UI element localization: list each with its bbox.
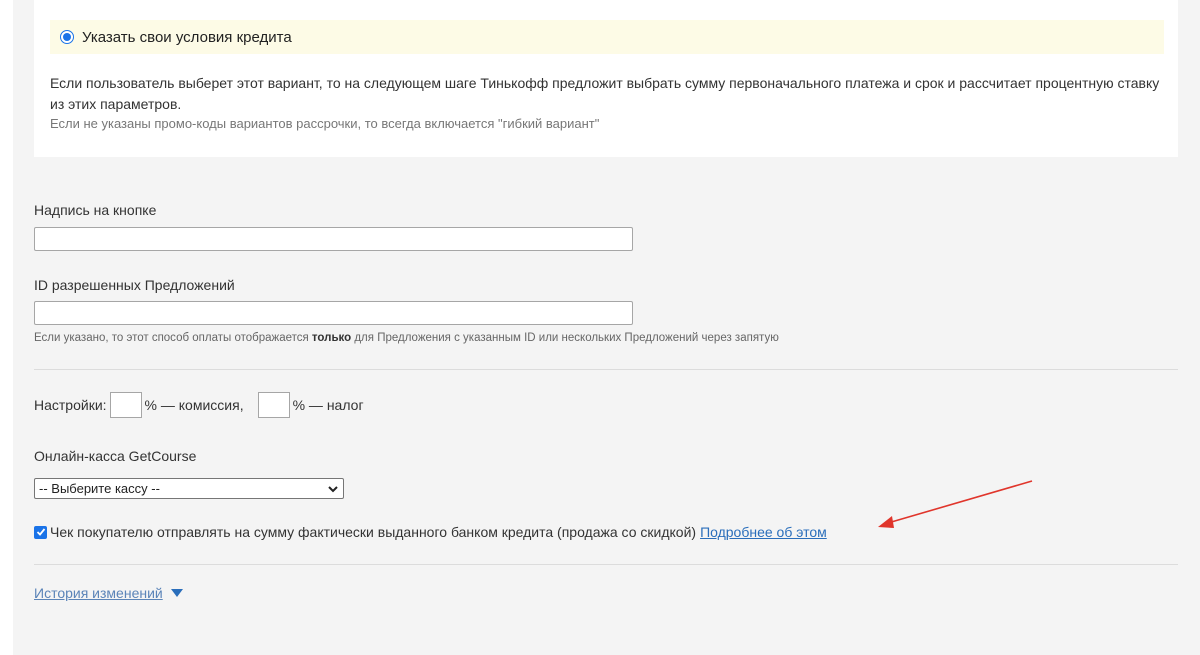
section-divider-2 [34, 564, 1178, 565]
cashbox-selected-value: -- Выберите кассу -- [39, 481, 160, 496]
offer-ids-label: ID разрешенных Предложений [34, 277, 235, 293]
tax-suffix: % — налог [292, 396, 364, 413]
offer-ids-input[interactable] [34, 301, 633, 325]
receipt-option-row: Чек покупателю отправлять на сумму факти… [34, 524, 827, 540]
option-description: Если пользователь выберет этот вариант, … [50, 75, 1160, 112]
radio-selected[interactable] [60, 30, 74, 44]
cashbox-label: Онлайн-касса GetCourse [34, 448, 197, 464]
credit-custom-terms-option[interactable]: Указать свои условия кредита [50, 20, 1164, 54]
commission-suffix: % — комиссия, [144, 396, 244, 413]
section-divider [34, 369, 1178, 370]
history-toggle[interactable]: История изменений [34, 585, 183, 601]
checkmark-icon [36, 528, 45, 536]
chevron-down-icon [328, 486, 338, 493]
commission-input[interactable] [109, 391, 142, 418]
receipt-checkbox[interactable] [34, 525, 47, 539]
history-label: История изменений [34, 585, 163, 601]
receipt-option-label: Чек покупателю отправлять на сумму факти… [50, 524, 697, 540]
settings-row: Настройки: % — комиссия, % — налог [34, 390, 364, 419]
tax-input[interactable] [257, 391, 290, 418]
more-info-link[interactable]: Подробнее об этом [700, 524, 827, 540]
offer-ids-hint: Если указано, то этот способ оплаты отоб… [34, 332, 779, 344]
annotation-arrow-icon [878, 480, 1033, 528]
radio-label: Указать свои условия кредита [82, 28, 292, 46]
option-note: Если не указаны промо-коды вариантов рас… [50, 116, 600, 131]
button-text-label: Надпись на кнопке [34, 202, 157, 218]
triangle-down-icon [170, 589, 183, 597]
settings-label: Настройки: [34, 396, 107, 413]
cashbox-select[interactable]: -- Выберите кассу -- [34, 478, 344, 499]
button-text-input[interactable] [34, 227, 633, 251]
